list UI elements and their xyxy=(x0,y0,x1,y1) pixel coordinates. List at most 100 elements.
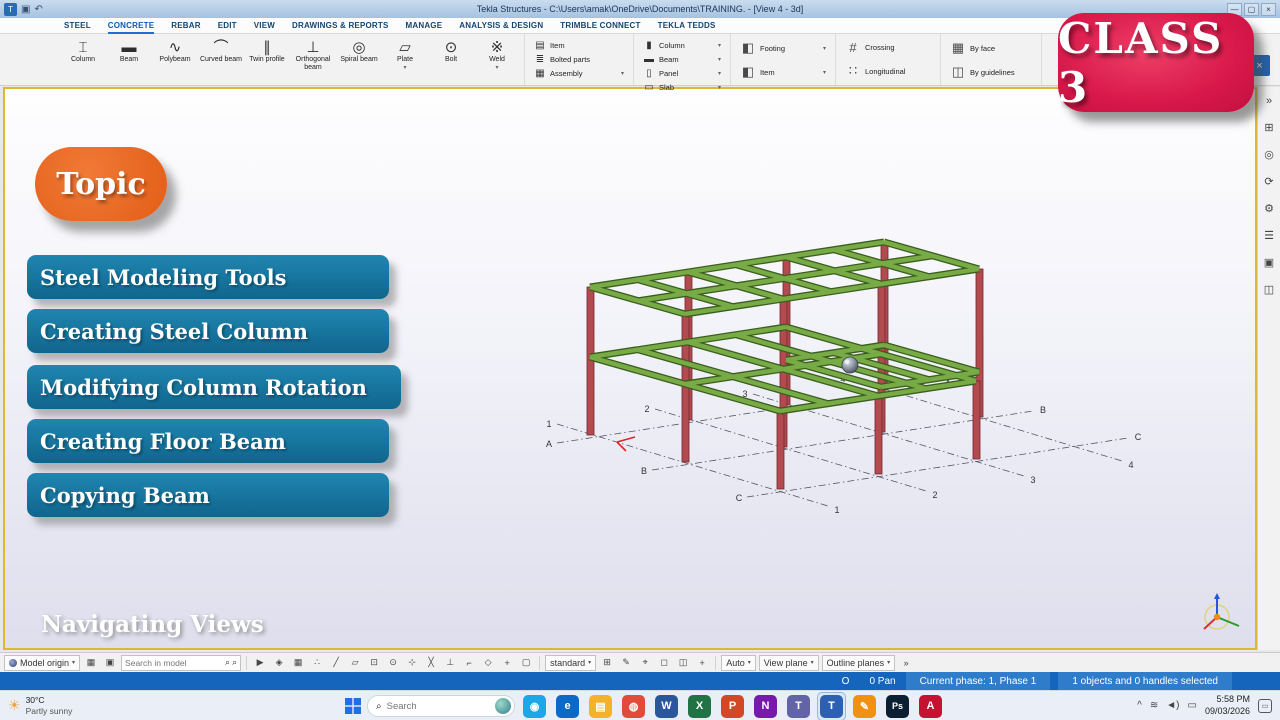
snap-reference-icon[interactable]: ◈ xyxy=(271,655,287,671)
tab-steel[interactable]: STEEL xyxy=(64,18,91,34)
chevron-down-icon[interactable]: ▾ xyxy=(718,42,721,49)
tool-column[interactable]: ⌶ Column xyxy=(60,36,106,64)
tool-spiral-beam[interactable]: ◎ Spiral beam xyxy=(336,36,382,64)
chevron-down-icon[interactable]: ▾ xyxy=(823,69,826,76)
snap-nearest-icon[interactable]: ◇ xyxy=(480,655,496,671)
tool-footing[interactable]: ◧ Footing ▾ xyxy=(740,40,826,56)
chevron-down-icon[interactable]: ▾ xyxy=(823,45,826,52)
tool-curved-beam[interactable]: ⌒ Curved beam xyxy=(198,36,244,64)
select-arrow-icon[interactable]: ▶ xyxy=(252,655,268,671)
tool-assembly[interactable]: ▦ Assembly ▾ xyxy=(534,68,624,79)
search-icon[interactable]: ⌕ xyxy=(225,657,230,668)
taskbar-search-input[interactable] xyxy=(386,700,490,712)
tab-tekla-tedds[interactable]: TEKLA TEDDS xyxy=(658,18,716,34)
toolbar-overflow-icon[interactable]: » xyxy=(898,655,914,671)
tool-bolted-parts[interactable]: ≣ Bolted parts xyxy=(534,54,624,65)
tab-manage[interactable]: MANAGE xyxy=(406,18,443,34)
tool-crossing[interactable]: # Crossing xyxy=(845,40,931,55)
taskbar-app-word[interactable]: W xyxy=(653,693,680,720)
panel-collapse-icon[interactable]: » xyxy=(1261,92,1278,109)
taskbar-app-file-explorer[interactable]: ▤ xyxy=(587,693,614,720)
taskbar-weather-widget[interactable]: ☀ 30°C Partly sunny xyxy=(0,695,160,715)
taskbar-app-teams[interactable]: T xyxy=(785,693,812,720)
orbit-tool-icon[interactable]: ◎ xyxy=(1261,146,1278,163)
model-origin-dropdown[interactable]: Model origin ▾ xyxy=(4,654,81,671)
side-pane-list-icon[interactable]: ☰ xyxy=(1261,227,1278,244)
close-button[interactable]: × xyxy=(1261,2,1276,16)
snap-perpendicular-icon[interactable]: ⊥ xyxy=(442,655,458,671)
tool-concrete-beam[interactable]: ▬ Beam ▾ xyxy=(643,54,721,65)
undo-icon[interactable]: ↶ xyxy=(34,4,42,15)
auto-dropdown[interactable]: Auto ▾ xyxy=(721,654,756,671)
tool-weld[interactable]: ※ Weld ▾ xyxy=(474,36,520,71)
outline-planes-dropdown[interactable]: Outline planes ▾ xyxy=(821,654,896,671)
chevron-down-icon[interactable]: ▾ xyxy=(718,56,721,63)
taskbar-app-powerpoint[interactable]: P xyxy=(719,693,746,720)
tool-concrete-column[interactable]: ▮ Column ▾ xyxy=(643,40,721,51)
snap-any-icon[interactable]: + xyxy=(499,655,515,671)
tab-concrete[interactable]: CONCRETE xyxy=(108,18,155,34)
model-search-input[interactable] xyxy=(125,657,224,668)
tool-item[interactable]: ▤ Item xyxy=(534,40,624,51)
tool-cast-item[interactable]: ◧ Item ▾ xyxy=(740,64,826,80)
snap-midpoint-icon[interactable]: ⊹ xyxy=(404,655,420,671)
taskbar-app-acrobat[interactable]: A xyxy=(917,693,944,720)
snap-center-icon[interactable]: ⊙ xyxy=(385,655,401,671)
pan-tool-icon[interactable]: ⊞ xyxy=(1261,119,1278,136)
tab-rebar[interactable]: REBAR xyxy=(171,18,200,34)
layers-icon[interactable]: ◫ xyxy=(1261,281,1278,298)
save-icon[interactable]: ▣ xyxy=(21,4,30,15)
clip-plane-icon[interactable]: ◻ xyxy=(656,655,672,671)
add-point-icon[interactable]: + xyxy=(694,655,710,671)
taskbar-app-edge[interactable]: e xyxy=(554,693,581,720)
tool-twin-profile[interactable]: ∥ Twin profile xyxy=(244,36,290,64)
tool-orthogonal-beam[interactable]: ⊥ Orthogonal beam xyxy=(290,36,336,71)
chevron-down-icon[interactable]: ▾ xyxy=(403,65,406,72)
tool-plate[interactable]: ▱ Plate ▾ xyxy=(382,36,428,71)
phase-indicator[interactable]: Current phase: 1, Phase 1 xyxy=(905,672,1051,690)
tool-by-guidelines[interactable]: ◫ By guidelines xyxy=(950,64,1032,80)
tool-longitudinal[interactable]: ∷ Longitudinal xyxy=(845,63,931,79)
chevron-down-icon[interactable]: ▾ xyxy=(718,84,721,91)
tool-polybeam[interactable]: ∿ Polybeam xyxy=(152,36,198,64)
taskbar-app-excel[interactable]: X xyxy=(686,693,713,720)
grid-plane-icon[interactable]: ▣ xyxy=(102,655,118,671)
wifi-icon[interactable]: ≋ xyxy=(1150,700,1158,711)
view-planes-icon[interactable]: ◫ xyxy=(675,655,691,671)
tray-chevron-up-icon[interactable]: ^ xyxy=(1137,700,1142,711)
taskbar-search[interactable]: ⌕ xyxy=(367,695,515,717)
taskbar-app-copilot[interactable]: ◉ xyxy=(521,693,548,720)
model-viewport[interactable]: 1 1 2 2 3 3 4 4 A A B B C C Topic Steel … xyxy=(3,87,1257,650)
tab-drawings-reports[interactable]: DRAWINGS & REPORTS xyxy=(292,18,389,34)
tab-analysis-design[interactable]: ANALYSIS & DESIGN xyxy=(459,18,543,34)
rotate-view-icon[interactable]: ⟳ xyxy=(1261,173,1278,190)
ortho-toggle-icon[interactable]: ⊞ xyxy=(599,655,615,671)
chevron-down-icon[interactable]: ▾ xyxy=(621,70,624,77)
components-icon[interactable]: ▣ xyxy=(1261,254,1278,271)
snap-points-icon[interactable]: ∴ xyxy=(309,655,325,671)
taskbar-app-onenote[interactable]: N xyxy=(752,693,779,720)
model-3d-view[interactable]: 1 1 2 2 3 3 4 4 A A B B C C xyxy=(545,225,1165,521)
taskbar-app-chrome[interactable]: ◍ xyxy=(620,693,647,720)
tab-view[interactable]: VIEW xyxy=(254,18,275,34)
snap-profile-dropdown[interactable]: standard ▾ xyxy=(545,654,597,671)
grid-toggle-icon[interactable]: ▦ xyxy=(83,655,99,671)
snap-intersection-icon[interactable]: ╳ xyxy=(423,655,439,671)
model-search[interactable]: ⌕ ⌕ xyxy=(121,654,242,671)
taskbar-app-photoshop[interactable]: Ps xyxy=(884,693,911,720)
snap-line-icon[interactable]: ╱ xyxy=(328,655,344,671)
chevron-down-icon[interactable]: ▾ xyxy=(495,65,498,72)
sketch-icon[interactable]: ✎ xyxy=(618,655,634,671)
battery-icon[interactable]: ▭ xyxy=(1188,700,1197,711)
snap-extension-icon[interactable]: ⌐ xyxy=(461,655,477,671)
view-plane-dropdown[interactable]: View plane ▾ xyxy=(758,654,819,671)
speaker-icon[interactable]: ◄) xyxy=(1166,700,1179,711)
tool-by-face[interactable]: ▦ By face xyxy=(950,40,1032,56)
tab-trimble-connect[interactable]: TRIMBLE CONNECT xyxy=(560,18,640,34)
snap-end-icon[interactable]: ⊡ xyxy=(366,655,382,671)
tool-panel[interactable]: ▯ Panel ▾ xyxy=(643,68,721,79)
advanced-search-icon[interactable]: ⌕ xyxy=(232,657,237,668)
search-highlight-image[interactable] xyxy=(495,698,511,714)
tab-edit[interactable]: EDIT xyxy=(218,18,237,34)
settings-gear-icon[interactable]: ⚙ xyxy=(1261,200,1278,217)
